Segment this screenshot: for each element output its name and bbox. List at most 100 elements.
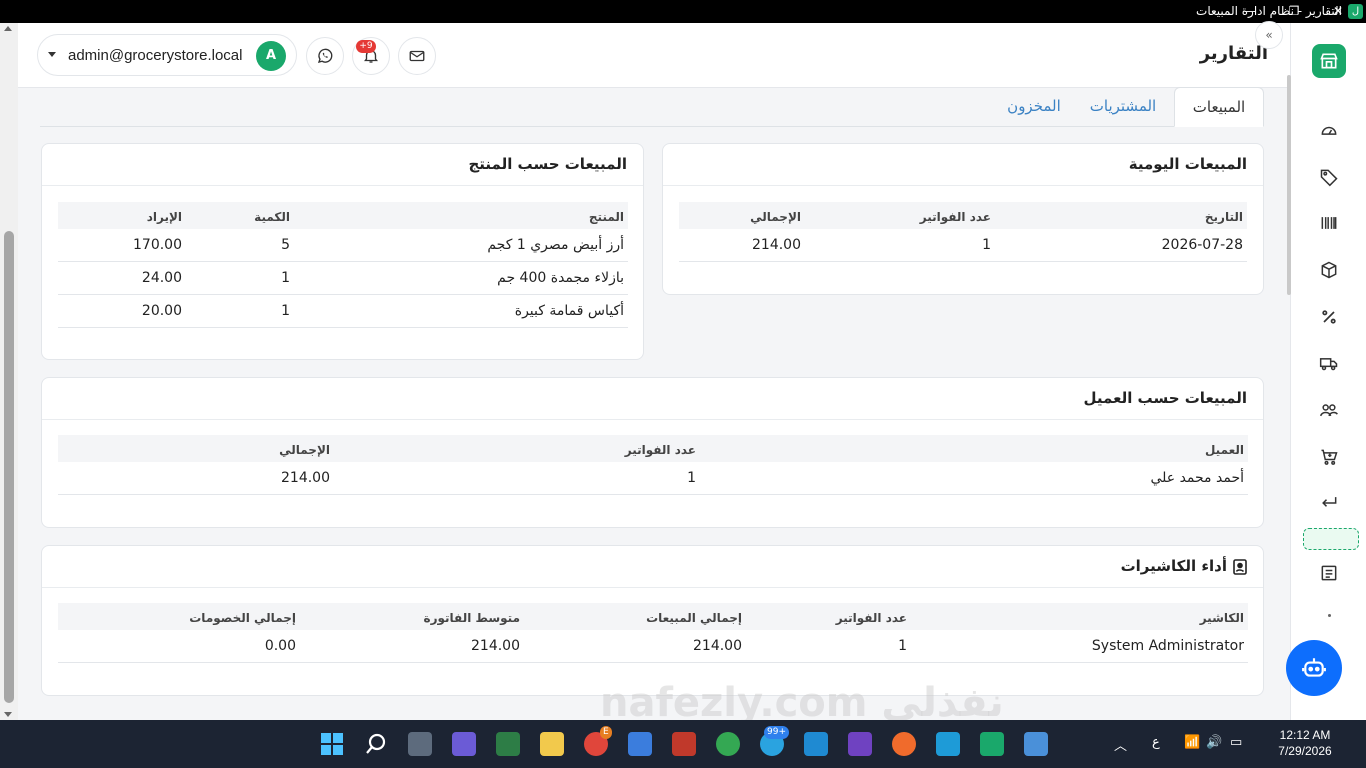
column-header: الإيراد	[146, 210, 182, 224]
sidebar-item-pos[interactable]	[1319, 447, 1341, 469]
daily-sales-card: المبيعات اليومية التاريخ عدد الفواتير ال…	[662, 143, 1264, 295]
notification-badge: +9	[356, 40, 376, 53]
search-icon	[366, 733, 386, 754]
table-row: أحمد محمد علي 1 214.00	[58, 462, 1248, 495]
table-row: 2026-07-28 1 214.00	[679, 229, 1247, 262]
divider	[42, 185, 643, 186]
vscode-icon[interactable]	[804, 732, 828, 756]
sidebar-item-reports-active[interactable]	[1303, 528, 1359, 550]
volume-icon[interactable]: 🔊	[1206, 735, 1222, 750]
whatsapp-button[interactable]	[306, 37, 344, 75]
table-cell: 214.00	[752, 237, 801, 253]
scroll-down-icon[interactable]	[4, 712, 12, 717]
table-header: العميل عدد الفواتير الإجمالي	[58, 435, 1248, 462]
tab-sales[interactable]: المبيعات	[1174, 87, 1264, 127]
windows-icon	[321, 733, 343, 755]
cart-icon	[1321, 449, 1338, 465]
scrollbar-thumb[interactable]	[4, 231, 14, 703]
grocery-app-icon[interactable]	[980, 732, 1004, 756]
task-view-icon[interactable]	[408, 732, 432, 756]
table-cell: 214.00	[693, 638, 742, 654]
sales-by-customer-card: المبيعات حسب العميل العميل عدد الفواتير …	[41, 377, 1264, 528]
table-cell: 5	[281, 237, 290, 253]
column-header: إجمالي المبيعات	[646, 611, 742, 625]
table-cell: 24.00	[141, 270, 182, 286]
sidebar-item-barcode[interactable]	[1319, 213, 1341, 235]
docker-icon[interactable]	[936, 732, 960, 756]
divider	[42, 419, 1263, 420]
visual-studio-icon[interactable]	[848, 732, 872, 756]
clock-date: 7/29/2026	[1278, 744, 1332, 758]
card-title: المبيعات حسب العميل	[1083, 389, 1247, 407]
table-cell: بازلاء مجمدة 400 جم	[497, 270, 624, 286]
sidebar-item-suppliers[interactable]	[1319, 353, 1341, 375]
window-titlebar: — ❐ ✕ التقارير - نظام ادارة المبيعات ل	[0, 0, 1366, 23]
table-cell: أرز أبيض مصري 1 كجم	[487, 237, 624, 253]
sidebar-item-dashboard[interactable]	[1319, 120, 1341, 142]
card-title: المبيعات اليومية	[1128, 155, 1247, 173]
table-cell: 2026-07-28	[1161, 237, 1243, 253]
messages-button[interactable]	[398, 37, 436, 75]
tab-purchases[interactable]: المشتريات	[1080, 87, 1166, 127]
sidebar-item-invoices[interactable]	[1319, 563, 1341, 585]
page-title: التقارير	[1199, 43, 1268, 64]
input-language[interactable]: ع	[1152, 735, 1160, 750]
sidebar-collapse-button[interactable]: «	[1255, 21, 1283, 49]
table-cell: System Administrator	[1091, 638, 1244, 654]
column-header: التاريخ	[1204, 210, 1243, 224]
table-cell: أحمد محمد علي	[1150, 470, 1244, 486]
scroll-up-icon[interactable]	[4, 26, 12, 31]
table-row: بازلاء مجمدة 400 جم 1 24.00	[58, 262, 628, 295]
barcode-icon	[1321, 217, 1337, 229]
id-badge-icon	[1233, 559, 1247, 575]
sidebar-item-customers[interactable]	[1319, 400, 1341, 422]
snipping-tool-icon[interactable]	[496, 732, 520, 756]
sidebar-item-discounts[interactable]	[1319, 307, 1341, 329]
chevron-up-icon[interactable]: ︿	[1114, 735, 1127, 754]
tab-inventory[interactable]: المخزون	[992, 87, 1076, 127]
postman-icon[interactable]	[892, 732, 916, 756]
store-icon	[1320, 53, 1338, 69]
sidebar-item-returns[interactable]	[1319, 493, 1341, 515]
battery-icon[interactable]: ▭	[1230, 735, 1242, 750]
avatar: A	[256, 41, 286, 71]
file-explorer-icon[interactable]	[540, 732, 564, 756]
sales-by-product-card: المبيعات حسب المنتج المنتج الكمية الإيرا…	[41, 143, 644, 360]
table-cell: 1	[687, 470, 696, 486]
store-logo[interactable]	[1312, 44, 1346, 78]
user-menu[interactable]: admin@grocerystore.local A	[37, 34, 297, 76]
percent-icon	[1322, 310, 1336, 324]
robot-icon	[1302, 658, 1326, 677]
table-cell: 170.00	[133, 237, 182, 253]
whatsapp-icon	[317, 48, 333, 63]
chatbot-button[interactable]	[1286, 640, 1342, 696]
sidebar-item-products[interactable]	[1319, 167, 1341, 189]
report-tabs: المبيعات المشتريات المخزون	[40, 87, 1264, 127]
taskbar-search[interactable]	[364, 732, 388, 756]
mail-icon	[409, 50, 425, 62]
start-button[interactable]	[320, 732, 344, 756]
column-header: إجمالي الخصومات	[189, 611, 296, 625]
wifi-icon[interactable]: 📶	[1184, 735, 1200, 750]
table-header: التاريخ عدد الفواتير الإجمالي	[679, 202, 1247, 229]
sidebar-item-inventory[interactable]	[1319, 260, 1341, 282]
page-scrollbar[interactable]	[0, 23, 18, 720]
telegram-badge: 99+	[764, 726, 789, 739]
window-title: التقارير - نظام ادارة المبيعات	[1196, 4, 1342, 18]
table-cell: 0.00	[264, 638, 296, 654]
browser-icon[interactable]	[628, 732, 652, 756]
teams-icon[interactable]	[452, 732, 476, 756]
table-cell: 214.00	[281, 470, 330, 486]
sidebar-scrollbar[interactable]	[1287, 75, 1291, 295]
tag-icon	[1320, 169, 1338, 187]
table-row: System Administrator 1 214.00 214.00 0.0…	[58, 630, 1248, 663]
chrome-profile-icon[interactable]	[716, 732, 740, 756]
cashier-performance-card: أداء الكاشيرات الكاشير عدد الفواتير إجما…	[41, 545, 1264, 696]
column-header: عدد الفواتير	[919, 210, 991, 224]
paint-icon[interactable]	[1024, 732, 1048, 756]
table-cell: 214.00	[471, 638, 520, 654]
clock[interactable]: 12:12 AM 7/29/2026	[1255, 728, 1355, 758]
sidebar	[1290, 23, 1366, 720]
calculator-icon[interactable]	[672, 732, 696, 756]
card-title: المبيعات حسب المنتج	[468, 155, 627, 173]
